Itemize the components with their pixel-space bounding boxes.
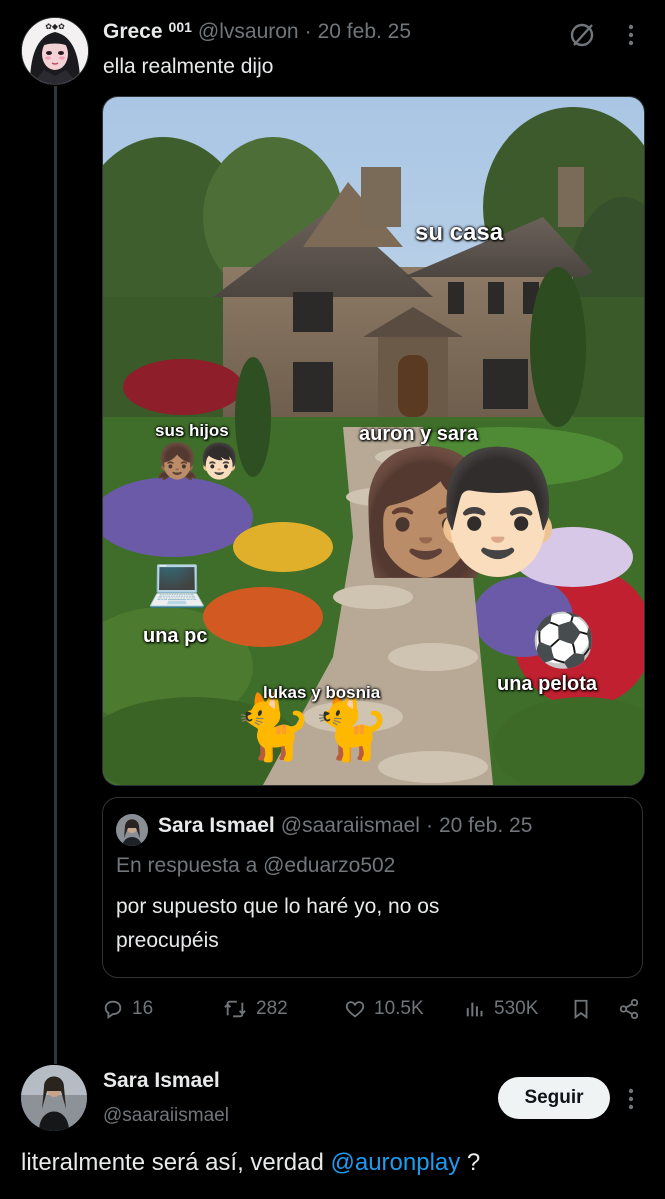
separator-dot: · — [304, 20, 312, 43]
tweet-text: ella realmente dijo — [103, 55, 274, 78]
label-pc: una pc — [143, 625, 208, 647]
quoted-header: Sara Ismael @saaraiismael · 20 feb. 25 — [158, 814, 532, 838]
quoted-text: por supuesto que lo haré yo, no os preoc… — [116, 890, 439, 958]
reply-text-before: literalmente será así, verdad — [21, 1149, 331, 1176]
reply-to-handle[interactable]: @eduarzo502 — [263, 854, 395, 877]
slash-circle-icon[interactable] — [568, 21, 596, 49]
share-button[interactable] — [618, 998, 640, 1020]
quoted-text-line-1: por supuesto que lo haré yo, no os — [116, 895, 440, 918]
views-count: 530K — [494, 998, 539, 1019]
reply-author-avatar[interactable] — [21, 1065, 87, 1131]
svg-text:✿◆✿: ✿◆✿ — [45, 22, 65, 31]
label-ball: una pelota — [497, 673, 598, 695]
label-cats: lukas y bosnia — [263, 683, 381, 702]
ball-emoji: ⚽ — [531, 612, 596, 670]
reply-more-vertical-icon[interactable] — [621, 1085, 641, 1113]
share-icon — [619, 998, 639, 1020]
reply-mention-link[interactable]: @auronplay — [330, 1149, 460, 1176]
retweet-icon — [224, 1000, 246, 1018]
reply-author-handle[interactable]: @saaraiismael — [103, 1105, 229, 1127]
reply-button[interactable]: 16 — [102, 998, 153, 1020]
reply-text-after: ? — [460, 1149, 481, 1176]
quoted-author-handle: @saaraiismael — [280, 814, 420, 837]
thread-line — [54, 86, 57, 1064]
like-button[interactable]: 10.5K — [344, 998, 424, 1020]
tweet-header: Grece 001 @lvsauron · 20 feb. 25 — [103, 19, 411, 48]
label-couple: auron y sara — [359, 423, 478, 445]
tweet-actions: 16 282 10.5K 530K — [102, 998, 643, 1028]
cat-emoji-1: 🐈 — [233, 691, 313, 763]
quoted-tweet[interactable]: Sara Ismael @saaraiismael · 20 feb. 25 E… — [102, 797, 643, 978]
cat-emoji-2: 🐈 — [311, 691, 391, 763]
reply-icon — [104, 1000, 122, 1020]
tweet-date[interactable]: 20 feb. 25 — [318, 20, 411, 44]
quoted-author-name: Sara Ismael — [158, 814, 275, 837]
views-icon — [466, 1002, 483, 1017]
laptop-emoji: 💻 — [147, 556, 207, 609]
author-name[interactable]: Grece — [103, 20, 163, 44]
author-avatar[interactable]: ✿◆✿ — [21, 17, 89, 85]
girl-emoji: 👧🏽 — [156, 443, 199, 481]
bookmark-button[interactable] — [570, 998, 592, 1020]
reply-prefix: En respuesta a — [116, 854, 258, 877]
retweet-button[interactable]: 282 — [222, 998, 288, 1020]
author-name-badge: 001 — [168, 19, 192, 35]
boy-emoji: 👦🏻 — [198, 443, 241, 481]
author-handle[interactable]: @lvsauron — [198, 20, 299, 44]
quoted-author-avatar — [116, 814, 148, 846]
reply-count: 16 — [132, 998, 154, 1019]
heart-icon — [345, 1001, 365, 1018]
quoted-text-line-2: preocupéis — [116, 929, 219, 952]
label-kids: sus hijos — [155, 421, 229, 440]
reply-author-name[interactable]: Sara Ismael — [103, 1069, 220, 1093]
retweet-count: 282 — [256, 998, 288, 1019]
quoted-reply-context: En respuesta a @eduarzo502 — [116, 854, 395, 878]
label-house: su casa — [415, 219, 504, 246]
views-button[interactable]: 530K — [464, 998, 538, 1020]
bookmark-icon — [574, 999, 588, 1020]
tweet-media-image[interactable]: 👧🏽 👦🏻 👩🏽 👨🏻 💻 ⚽ 🐈 🐈 su casa sus hijos au… — [102, 96, 645, 786]
more-vertical-icon[interactable] — [621, 21, 641, 49]
quoted-date: 20 feb. 25 — [438, 814, 533, 837]
follow-button[interactable]: Seguir — [498, 1077, 610, 1119]
like-count: 10.5K — [374, 998, 424, 1019]
reply-text: literalmente será así, verdad @auronplay… — [21, 1149, 480, 1177]
quoted-separator-dot: · — [425, 814, 433, 837]
man-emoji: 👨🏻 — [423, 445, 573, 579]
